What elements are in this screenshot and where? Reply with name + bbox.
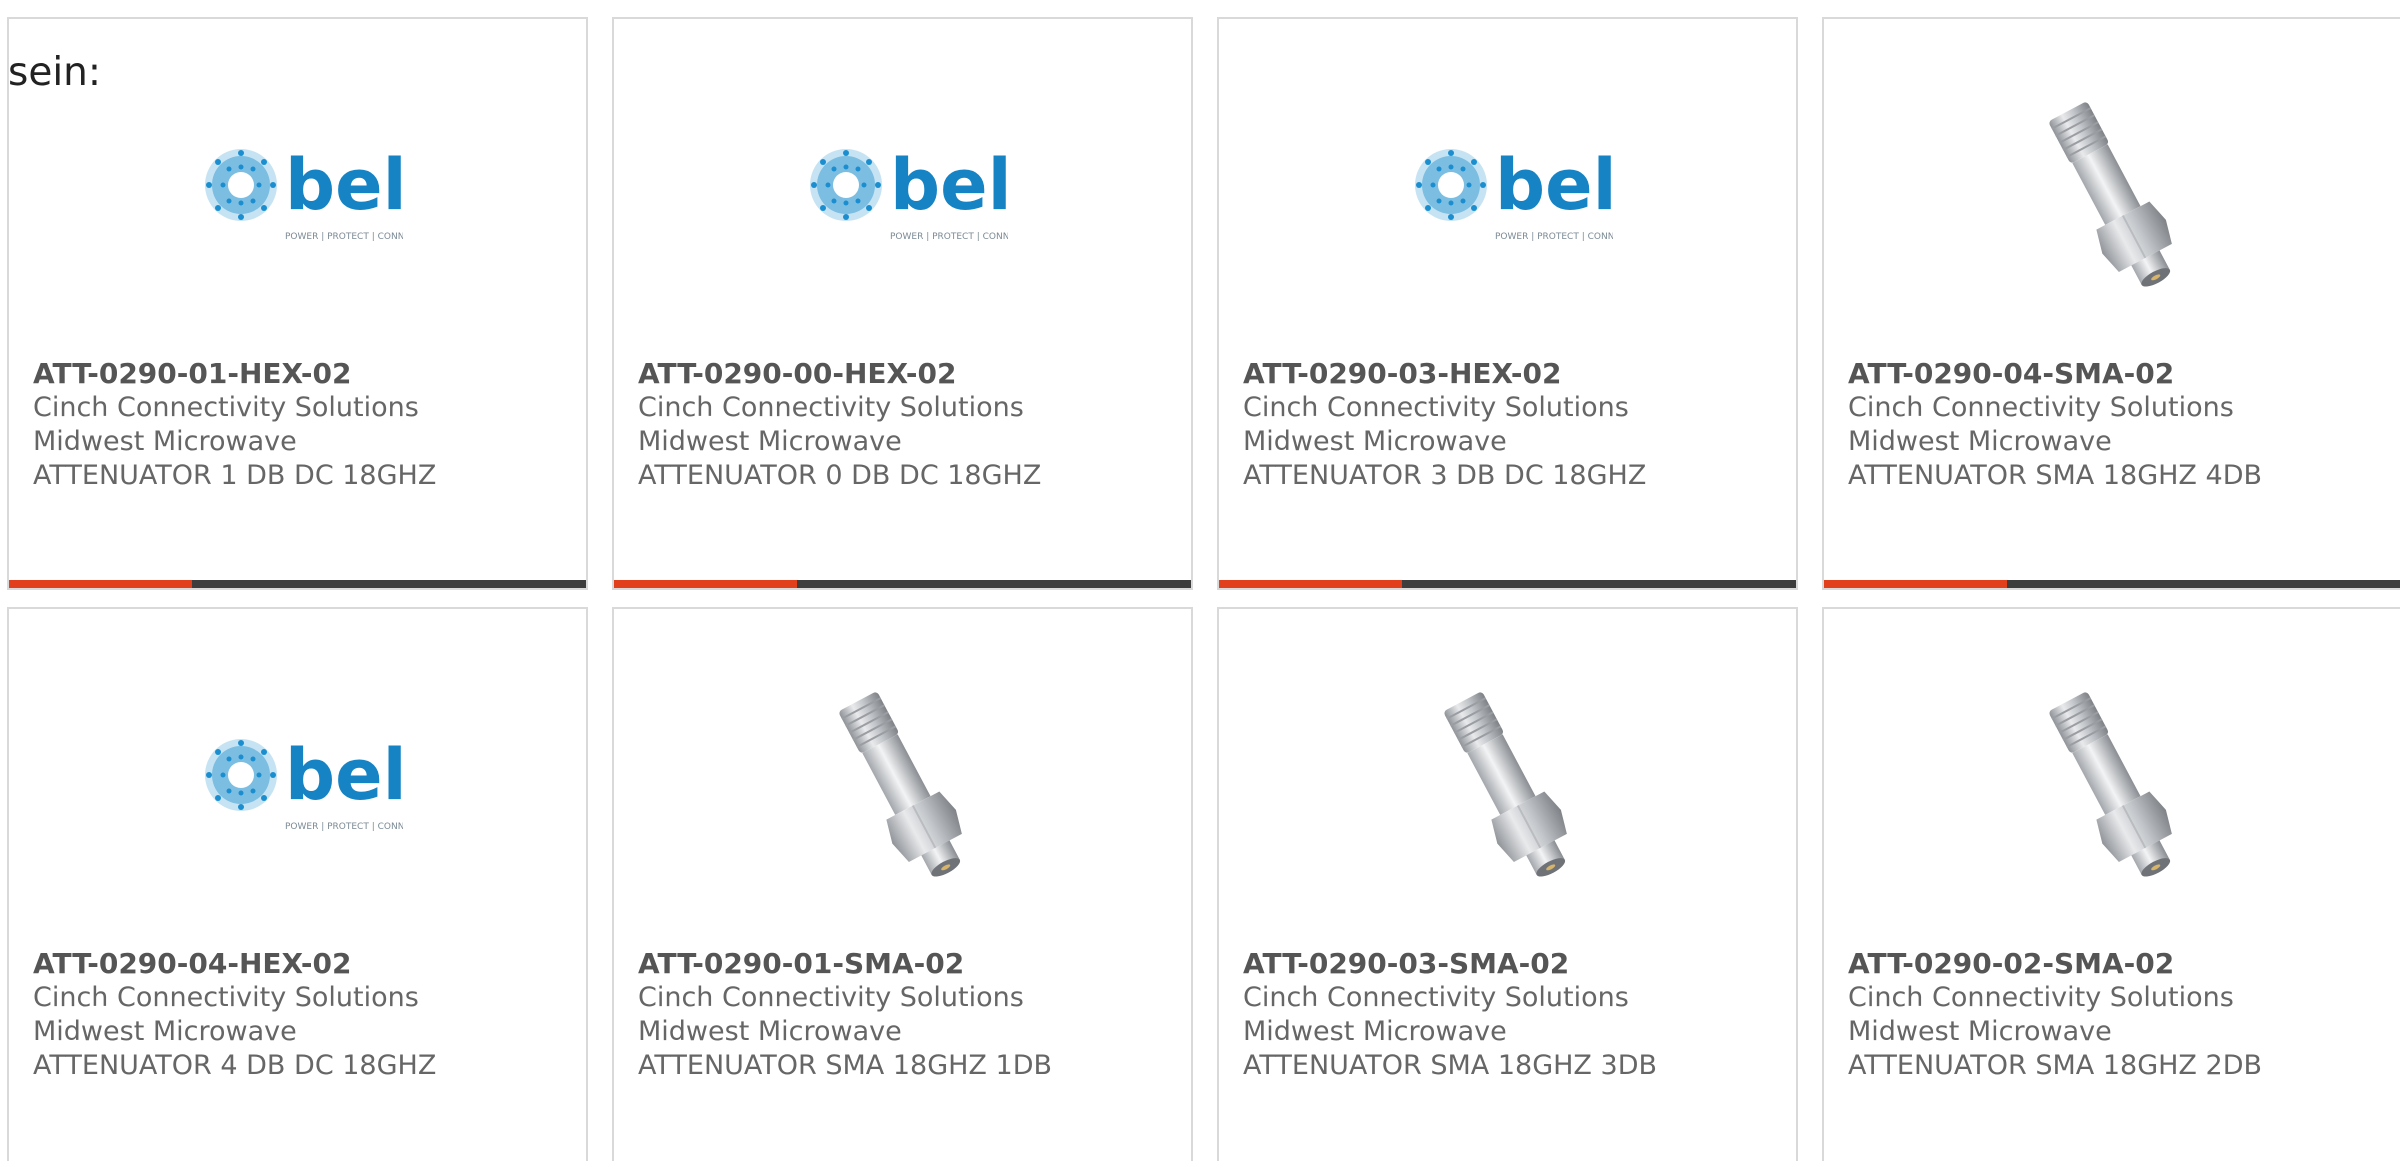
card-bar-rest: [1402, 580, 1796, 588]
product-grid: bel POWER | PROTECT | CONNECT ATT-0290-0…: [7, 17, 2400, 1161]
bel-logo-icon: bel POWER | PROTECT | CONNECT: [809, 147, 1008, 242]
product-brand: Midwest Microwave: [1243, 426, 1507, 457]
bel-logo-wordmark: bel: [285, 737, 403, 816]
product-part-number[interactable]: ATT-0290-02-SMA-02: [1848, 947, 2391, 981]
card-bar-rest: [192, 580, 586, 588]
sma-attenuator-photo-icon: [838, 692, 962, 877]
product-description: ATTENUATOR 3 DB DC 18GHZ: [1243, 460, 1647, 491]
product-part-number[interactable]: ATT-0290-03-HEX-02: [1243, 357, 1786, 391]
product-manufacturer: Cinch Connectivity Solutions: [1243, 982, 1629, 1013]
bel-logo-burst: [809, 149, 882, 221]
product-card[interactable]: bel POWER | PROTECT | CONNECT ATT-0290-0…: [7, 17, 588, 590]
product-part-number[interactable]: ATT-0290-03-SMA-02: [1243, 947, 1786, 981]
product-brand: Midwest Microwave: [638, 426, 902, 457]
product-image[interactable]: [614, 667, 1191, 907]
product-info: ATT-0290-01-SMA-02 Cinch Connectivity Sol…: [638, 947, 1181, 1083]
product-card[interactable]: ATT-0290-03-SMA-02 Cinch Connectivity Sol…: [1217, 607, 1798, 1161]
product-image[interactable]: [1824, 667, 2400, 907]
product-card[interactable]: bel POWER | PROTECT | CONNECT ATT-0290-0…: [1217, 17, 1798, 590]
product-info: ATT-0290-03-SMA-02 Cinch Connectivity Sol…: [1243, 947, 1786, 1083]
product-brand: Midwest Microwave: [1848, 426, 2112, 457]
product-brand: Midwest Microwave: [1243, 1016, 1507, 1047]
product-manufacturer: Cinch Connectivity Solutions: [1243, 392, 1629, 423]
product-part-number[interactable]: ATT-0290-00-HEX-02: [638, 357, 1181, 391]
product-info: ATT-0290-04-SMA-02 Cinch Connectivity Sol…: [1848, 357, 2391, 493]
product-image[interactable]: [1824, 77, 2400, 317]
product-image[interactable]: bel POWER | PROTECT | CONNECT: [9, 77, 586, 317]
product-card[interactable]: bel POWER | PROTECT | CONNECT ATT-0290-0…: [7, 607, 588, 1161]
product-brand: Midwest Microwave: [33, 426, 297, 457]
bel-logo-burst: [204, 739, 277, 811]
card-hover-bar: [614, 580, 1191, 588]
product-manufacturer: Cinch Connectivity Solutions: [1848, 982, 2234, 1013]
product-info: ATT-0290-00-HEX-02 Cinch Connectivity Sol…: [638, 357, 1181, 493]
card-bar-accent: [614, 580, 797, 588]
card-bar-rest: [797, 580, 1191, 588]
product-info: ATT-0290-01-HEX-02 Cinch Connectivity Sol…: [33, 357, 576, 493]
product-manufacturer: Cinch Connectivity Solutions: [638, 982, 1024, 1013]
product-brand: Midwest Microwave: [638, 1016, 902, 1047]
product-image[interactable]: bel POWER | PROTECT | CONNECT: [614, 77, 1191, 317]
product-manufacturer: Cinch Connectivity Solutions: [33, 982, 419, 1013]
sma-attenuator-photo-icon: [2048, 692, 2172, 877]
product-manufacturer: Cinch Connectivity Solutions: [638, 392, 1024, 423]
product-description: ATTENUATOR SMA 18GHZ 2DB: [1848, 1050, 2263, 1081]
product-description: ATTENUATOR 0 DB DC 18GHZ: [638, 460, 1042, 491]
product-info: ATT-0290-04-HEX-02 Cinch Connectivity Sol…: [33, 947, 576, 1083]
product-description: ATTENUATOR SMA 18GHZ 3DB: [1243, 1050, 1658, 1081]
product-info: ATT-0290-02-SMA-02 Cinch Connectivity Sol…: [1848, 947, 2391, 1083]
bel-logo-wordmark: bel: [890, 147, 1008, 226]
product-brand: Midwest Microwave: [1848, 1016, 2112, 1047]
card-bar-accent: [1219, 580, 1402, 588]
card-hover-bar: [1824, 580, 2400, 588]
product-part-number[interactable]: ATT-0290-01-SMA-02: [638, 947, 1181, 981]
product-manufacturer: Cinch Connectivity Solutions: [33, 392, 419, 423]
product-part-number[interactable]: ATT-0290-04-HEX-02: [33, 947, 576, 981]
product-manufacturer: Cinch Connectivity Solutions: [1848, 392, 2234, 423]
bel-logo-tagline: POWER | PROTECT | CONNECT: [285, 822, 403, 832]
bel-logo-wordmark: bel: [1495, 147, 1613, 226]
product-part-number[interactable]: ATT-0290-01-HEX-02: [33, 357, 576, 391]
bel-logo-icon: bel POWER | PROTECT | CONNECT: [1414, 147, 1613, 242]
bel-logo-tagline: POWER | PROTECT | CONNECT: [1495, 232, 1613, 242]
product-part-number[interactable]: ATT-0290-04-SMA-02: [1848, 357, 2391, 391]
bel-logo-tagline: POWER | PROTECT | CONNECT: [285, 232, 403, 242]
sma-attenuator-photo-icon: [1443, 692, 1567, 877]
product-description: ATTENUATOR 1 DB DC 18GHZ: [33, 460, 437, 491]
card-hover-bar: [1219, 580, 1796, 588]
product-image[interactable]: [1219, 667, 1796, 907]
product-brand: Midwest Microwave: [33, 1016, 297, 1047]
product-description: ATTENUATOR 4 DB DC 18GHZ: [33, 1050, 437, 1081]
sma-attenuator-photo-icon: [2048, 102, 2172, 287]
product-card[interactable]: ATT-0290-01-SMA-02 Cinch Connectivity Sol…: [612, 607, 1193, 1161]
intro-text: sein:: [8, 50, 102, 95]
bel-logo-icon: bel POWER | PROTECT | CONNECT: [204, 737, 403, 832]
bel-logo-wordmark: bel: [285, 147, 403, 226]
card-bar-accent: [1824, 580, 2007, 588]
card-bar-rest: [2007, 580, 2400, 588]
bel-logo-burst: [1414, 149, 1487, 221]
product-description: ATTENUATOR SMA 18GHZ 1DB: [638, 1050, 1053, 1081]
bel-logo-burst: [204, 149, 277, 221]
product-image[interactable]: bel POWER | PROTECT | CONNECT: [1219, 77, 1796, 317]
product-info: ATT-0290-03-HEX-02 Cinch Connectivity Sol…: [1243, 357, 1786, 493]
bel-logo-tagline: POWER | PROTECT | CONNECT: [890, 232, 1008, 242]
product-card[interactable]: bel POWER | PROTECT | CONNECT ATT-0290-0…: [612, 17, 1193, 590]
product-description: ATTENUATOR SMA 18GHZ 4DB: [1848, 460, 2263, 491]
product-card[interactable]: ATT-0290-02-SMA-02 Cinch Connectivity Sol…: [1822, 607, 2400, 1161]
product-card[interactable]: ATT-0290-04-SMA-02 Cinch Connectivity Sol…: [1822, 17, 2400, 590]
card-hover-bar: [9, 580, 586, 588]
product-image[interactable]: bel POWER | PROTECT | CONNECT: [9, 667, 586, 907]
card-bar-accent: [9, 580, 192, 588]
bel-logo-icon: bel POWER | PROTECT | CONNECT: [204, 147, 403, 242]
product-grid-page: sein: bel POWER | PROTECT | CONNECT ATT-…: [0, 0, 2400, 1161]
